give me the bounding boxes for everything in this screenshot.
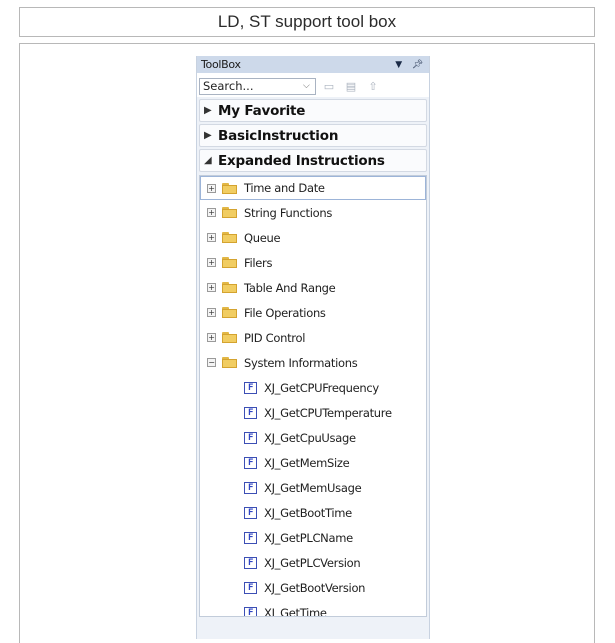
function-label: XJ_GetTime <box>264 605 327 617</box>
function-label: XJ_GetBootTime <box>264 505 352 520</box>
chevron-down-icon[interactable]: ⌵ <box>303 81 310 91</box>
function-item[interactable]: F XJ_GetBootVersion <box>200 575 426 600</box>
search-input[interactable] <box>203 79 303 93</box>
function-block-icon: F <box>244 556 257 569</box>
tree-folder[interactable]: − System Informations <box>200 350 426 375</box>
toolbox-title: ToolBox <box>201 58 241 71</box>
function-item[interactable]: F XJ_GetCPUFrequency <box>200 375 426 400</box>
folder-icon <box>222 257 237 268</box>
function-block-icon: F <box>244 531 257 544</box>
dropdown-arrow-icon[interactable]: ▼ <box>395 60 402 70</box>
section-label: Expanded Instructions <box>218 152 385 169</box>
function-item[interactable]: F XJ_GetMemUsage <box>200 475 426 500</box>
folder-icon <box>222 307 237 318</box>
caption-cell: LD, ST support tool box <box>19 7 595 37</box>
section-label: My Favorite <box>218 102 306 119</box>
function-label: XJ_GetCPUTemperature <box>264 405 392 420</box>
section-expanded-instructions[interactable]: ◢ Expanded Instructions <box>199 149 427 172</box>
folder-label: File Operations <box>244 305 326 320</box>
tree-folder[interactable]: + Table And Range <box>200 275 426 300</box>
expand-icon[interactable]: + <box>207 283 216 292</box>
function-block-icon: F <box>244 581 257 594</box>
folder-label: Time and Date <box>244 181 325 195</box>
folder-label: Filers <box>244 255 273 270</box>
function-label: XJ_GetMemSize <box>264 455 350 470</box>
toolbox-panel: ToolBox ▼ 📌︎ ⌵ ▭ ▤ ⇧ ▶ My Favorite ▶ Bas… <box>196 56 430 639</box>
function-item[interactable]: F XJ_GetCpuUsage <box>200 425 426 450</box>
tree-folder[interactable]: + String Functions <box>200 200 426 225</box>
function-label: XJ_GetCpuUsage <box>264 430 356 445</box>
pin-icon[interactable]: 📌︎ <box>412 60 423 70</box>
expand-icon[interactable]: + <box>207 183 216 193</box>
toolbox-header: ToolBox ▼ 📌︎ <box>197 56 429 73</box>
function-block-icon: F <box>244 506 257 519</box>
expand-icon[interactable]: + <box>207 308 216 317</box>
expand-icon[interactable]: + <box>207 258 216 267</box>
function-item[interactable]: F XJ_GetMemSize <box>200 450 426 475</box>
tree-folder[interactable]: + Queue <box>200 225 426 250</box>
function-block-icon: F <box>244 481 257 494</box>
folder-label: Table And Range <box>244 280 336 295</box>
collapse-icon[interactable]: − <box>207 358 216 367</box>
search-row: ⌵ ▭ ▤ ⇧ <box>197 73 429 97</box>
folder-label: Queue <box>244 230 281 245</box>
folder-icon <box>222 332 237 343</box>
function-item[interactable]: F XJ_GetBootTime <box>200 500 426 525</box>
function-label: XJ_GetCPUFrequency <box>264 380 379 395</box>
instruction-tree: + Time and Date + String Functions + Que… <box>199 175 427 617</box>
expand-icon[interactable]: + <box>207 333 216 342</box>
function-item[interactable]: F XJ_GetPLCVersion <box>200 550 426 575</box>
function-item[interactable]: F XJ_GetPLCName <box>200 525 426 550</box>
folder-icon <box>222 207 237 218</box>
expand-icon[interactable]: + <box>207 208 216 217</box>
caption-text: LD, ST support tool box <box>217 12 397 31</box>
folder-icon <box>222 282 237 293</box>
folder-icon <box>222 182 237 194</box>
function-item[interactable]: F XJ_GetCPUTemperature <box>200 400 426 425</box>
collapsed-arrow-icon: ▶ <box>204 105 212 116</box>
function-label: XJ_GetPLCName <box>264 530 353 545</box>
section-label: BasicInstruction <box>218 127 339 144</box>
folder-icon <box>222 357 237 368</box>
up-arrow-icon[interactable]: ⇧ <box>364 78 382 94</box>
tree-folder[interactable]: + Time and Date <box>200 176 426 200</box>
function-item[interactable]: F XJ_GetTime <box>200 600 426 617</box>
function-block-icon: F <box>244 431 257 444</box>
collapsed-arrow-icon: ▶ <box>204 130 212 141</box>
folder-label: System Informations <box>244 355 358 370</box>
function-label: XJ_GetMemUsage <box>264 480 362 495</box>
expand-icon[interactable]: + <box>207 233 216 242</box>
tree-folder[interactable]: + File Operations <box>200 300 426 325</box>
folder-label: PID Control <box>244 330 306 345</box>
tree-folder[interactable]: + PID Control <box>200 325 426 350</box>
function-label: XJ_GetBootVersion <box>264 580 366 595</box>
tree-folder[interactable]: + Filers <box>200 250 426 275</box>
section-my-favorite[interactable]: ▶ My Favorite <box>199 99 427 122</box>
folder-icon <box>222 232 237 243</box>
function-block-icon: F <box>244 456 257 469</box>
folder-label: String Functions <box>244 205 333 220</box>
function-block-icon: F <box>244 381 257 394</box>
function-block-icon: F <box>244 406 257 419</box>
search-box[interactable]: ⌵ <box>199 77 316 95</box>
properties-icon[interactable]: ▤ <box>342 78 360 94</box>
function-block-icon: F <box>244 606 257 616</box>
folder-icon[interactable]: ▭ <box>320 78 338 94</box>
section-basic-instruction[interactable]: ▶ BasicInstruction <box>199 124 427 147</box>
expanded-arrow-icon: ◢ <box>204 155 212 166</box>
function-label: XJ_GetPLCVersion <box>264 555 361 570</box>
